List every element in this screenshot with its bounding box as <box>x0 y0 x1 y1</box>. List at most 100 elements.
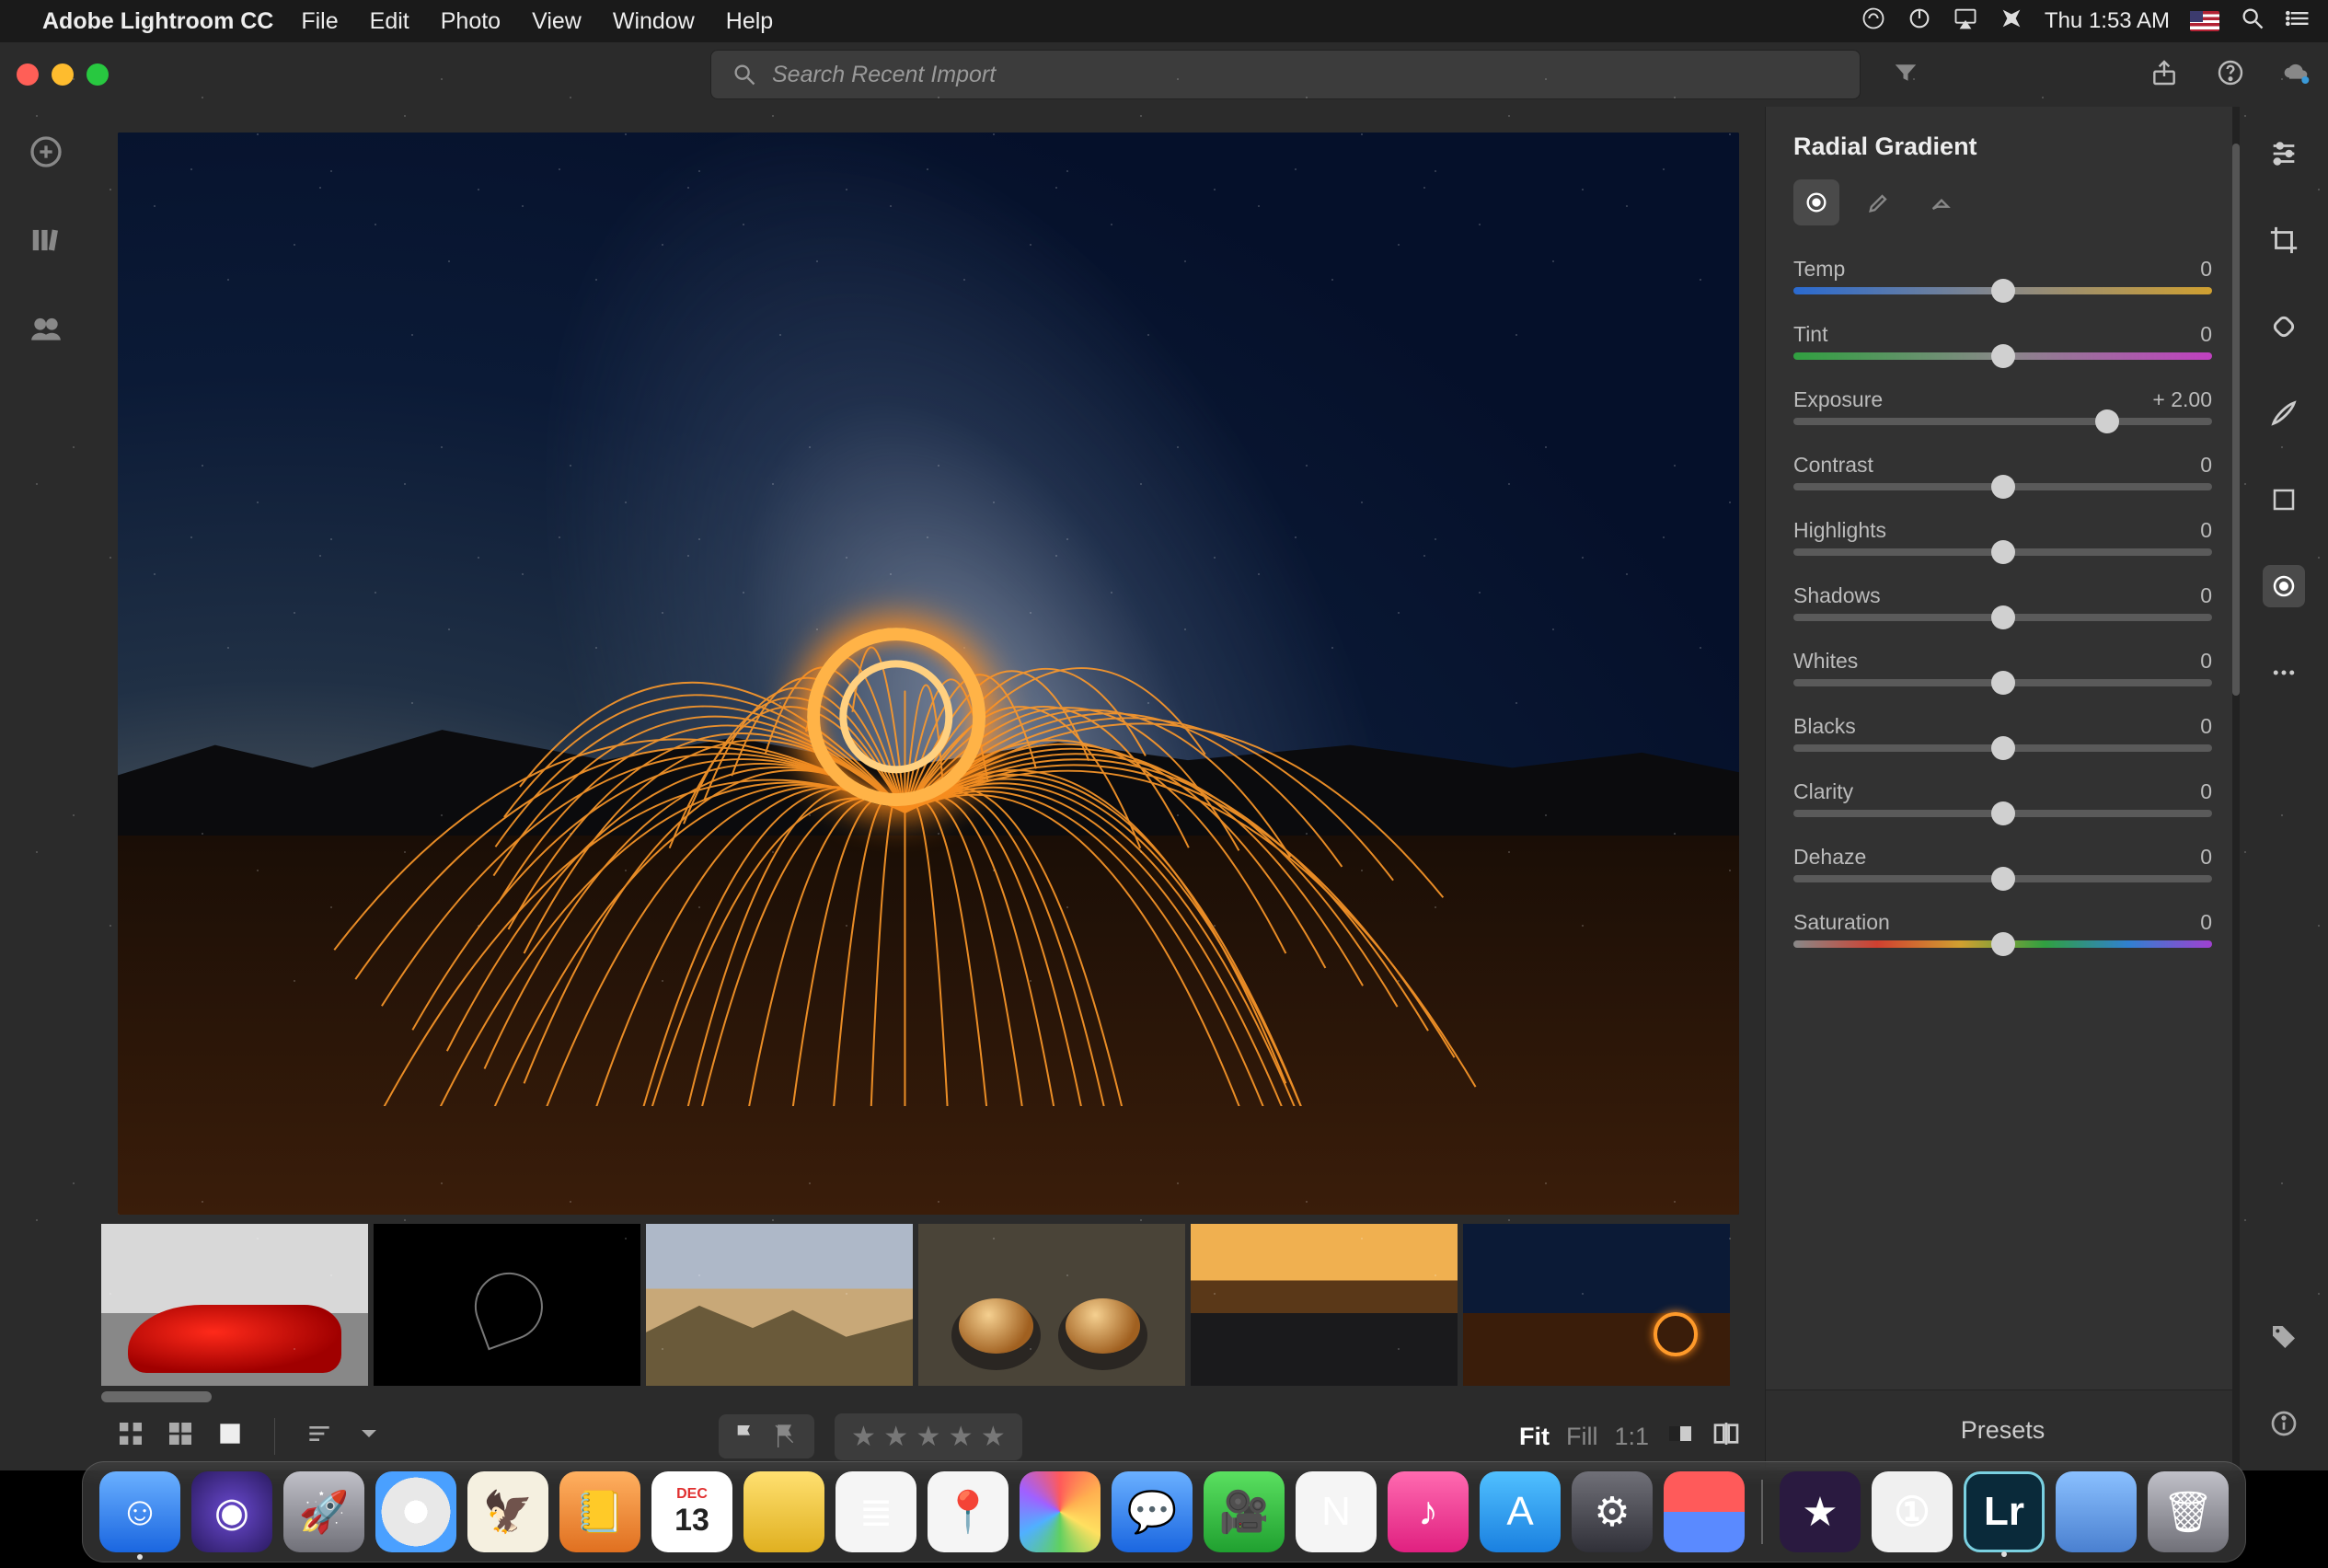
slider-track-temp[interactable] <box>1793 287 2212 294</box>
creative-cloud-icon[interactable] <box>1861 6 1886 38</box>
slider-track-highlights[interactable] <box>1793 548 2212 556</box>
slider-knob-blacks[interactable] <box>1991 736 2015 760</box>
menu-view[interactable]: View <box>532 8 582 34</box>
dock-separator <box>1761 1480 1763 1544</box>
slider-knob-saturation[interactable] <box>1991 932 2015 956</box>
menu-help[interactable]: Help <box>726 8 773 34</box>
dock-app-settings[interactable]: ⚙ <box>1572 1471 1653 1552</box>
slider-value-saturation: 0 <box>2200 910 2212 935</box>
dock-app-1password[interactable]: ① <box>1872 1471 1953 1552</box>
slider-track-exposure[interactable] <box>1793 418 2212 425</box>
dock-app-photos[interactable] <box>1020 1471 1101 1552</box>
dock-app-notes[interactable] <box>743 1471 824 1552</box>
slider-label-temp: Temp <box>1793 257 1845 282</box>
macos-dock: ☺◉🚀 🦅📒DEC13 ≣📍 💬🎥N♪A⚙ ★①Lr 🗑 <box>82 1461 2246 1562</box>
slider-label-whites: Whites <box>1793 649 1858 674</box>
slider-knob-dehaze[interactable] <box>1991 867 2015 891</box>
dock-app-calendar[interactable]: DEC13 <box>651 1471 732 1552</box>
mask-erase-button[interactable] <box>1919 179 1965 225</box>
slider-highlights: Highlights0 <box>1793 518 2212 556</box>
dock-app-contacts[interactable]: 📒 <box>559 1471 640 1552</box>
slider-value-whites: 0 <box>2200 649 2212 674</box>
slider-value-tint: 0 <box>2200 322 2212 347</box>
slider-knob-shadows[interactable] <box>1991 605 2015 629</box>
slider-knob-clarity[interactable] <box>1991 801 2015 825</box>
presets-section-header[interactable]: Presets <box>1766 1389 2240 1470</box>
menubar-clock[interactable]: Thu 1:53 AM <box>2045 8 2170 34</box>
menu-photo[interactable]: Photo <box>441 8 501 34</box>
dock-app-safari[interactable] <box>375 1471 456 1552</box>
slider-value-clarity: 0 <box>2200 779 2212 804</box>
app-name[interactable]: Adobe Lightroom CC <box>42 8 273 35</box>
dock-running-indicator <box>137 1554 143 1560</box>
slider-label-clarity: Clarity <box>1793 779 1853 804</box>
input-source-flag-icon[interactable] <box>2190 11 2219 31</box>
center-area: ★ ★ ★ ★ ★ Fit Fill 1:1 <box>92 107 1765 1470</box>
slider-label-saturation: Saturation <box>1793 910 1890 935</box>
dock-app-siri[interactable]: ◉ <box>191 1471 272 1552</box>
slider-track-dehaze[interactable] <box>1793 875 2212 882</box>
dock-app-news[interactable]: N <box>1296 1471 1377 1552</box>
panel-scrollbar[interactable] <box>2232 107 2240 1470</box>
slider-clarity: Clarity 0 <box>1793 779 2212 817</box>
bottom-toolbar: ★ ★ ★ ★ ★ Fit Fill 1:1 <box>92 1402 1765 1470</box>
dock-app-maps[interactable]: 📍 <box>928 1471 1008 1552</box>
dock-app-reminders[interactable]: ≣ <box>836 1471 916 1552</box>
macos-menubar: Adobe Lightroom CC File Edit Photo View Wind… <box>0 0 2328 42</box>
dock-app-imovie[interactable]: ★ <box>1780 1471 1861 1552</box>
wildlife-icon[interactable] <box>1999 6 2024 38</box>
slider-track-contrast[interactable] <box>1793 483 2212 490</box>
slider-value-exposure: + 2.00 <box>2152 387 2212 412</box>
slider-knob-contrast[interactable] <box>1991 475 2015 499</box>
slider-knob-exposure[interactable] <box>2095 409 2119 433</box>
slider-label-shadows: Shadows <box>1793 583 1881 608</box>
dock-app-mail[interactable]: 🦅 <box>467 1471 548 1552</box>
menu-edit[interactable]: Edit <box>370 8 409 34</box>
dock-app-downloads[interactable] <box>2056 1471 2137 1552</box>
dock-app-appstore[interactable]: A <box>1480 1471 1561 1552</box>
slider-track-clarity[interactable] <box>1793 810 2212 817</box>
slider-temp: Temp 0 <box>1793 257 2212 294</box>
slider-value-temp: 0 <box>2200 257 2212 282</box>
dock-app-itunes[interactable]: ♪ <box>1388 1471 1469 1552</box>
notification-center-icon[interactable] <box>2286 6 2311 38</box>
slider-exposure: Exposure+ 2.00 <box>1793 387 2212 425</box>
panel-title: Radial Gradient <box>1766 107 2240 179</box>
slider-knob-tint[interactable] <box>1991 344 2015 368</box>
slider-label-blacks: Blacks <box>1793 714 1856 739</box>
lightroom-window: Search Recent Import <box>0 42 2328 1470</box>
rating-picker[interactable]: ★ ★ ★ ★ ★ <box>835 1413 1022 1460</box>
dock-app-lightroom[interactable]: Lr <box>1964 1471 2045 1552</box>
power-icon[interactable] <box>1907 6 1932 38</box>
slider-tint: Tint 0 <box>1793 322 2212 360</box>
slider-label-dehaze: Dehaze <box>1793 845 1866 870</box>
slider-track-saturation[interactable] <box>1793 940 2212 948</box>
dock-app-trash[interactable]: 🗑 <box>2148 1471 2229 1552</box>
slider-track-whites[interactable] <box>1793 679 2212 686</box>
slider-track-blacks[interactable] <box>1793 744 2212 752</box>
menu-file[interactable]: File <box>301 8 338 34</box>
slider-track-tint[interactable] <box>1793 352 2212 360</box>
menu-window[interactable]: Window <box>613 8 695 34</box>
slider-blacks: Blacks0 <box>1793 714 2212 752</box>
mask-new-button[interactable] <box>1793 179 1839 225</box>
dock-app-magnet[interactable] <box>1664 1471 1745 1552</box>
dock-app-finder[interactable]: ☺ <box>99 1471 180 1552</box>
dock-app-facetime[interactable]: 🎥 <box>1204 1471 1285 1552</box>
slider-label-tint: Tint <box>1793 322 1828 347</box>
dock-app-launchpad[interactable]: 🚀 <box>283 1471 364 1552</box>
mask-brush-button[interactable] <box>1856 179 1902 225</box>
slider-value-highlights: 0 <box>2200 518 2212 543</box>
spotlight-icon[interactable] <box>2240 6 2265 38</box>
slider-shadows: Shadows0 <box>1793 583 2212 621</box>
slider-track-shadows[interactable] <box>1793 614 2212 621</box>
airplay-icon[interactable] <box>1953 6 1978 38</box>
slider-dehaze: Dehaze0 <box>1793 845 2212 882</box>
slider-knob-highlights[interactable] <box>1991 540 2015 564</box>
slider-saturation: Saturation 0 <box>1793 910 2212 948</box>
slider-knob-whites[interactable] <box>1991 671 2015 695</box>
slider-knob-temp[interactable] <box>1991 279 2015 303</box>
edit-panel: Radial Gradient Temp 0 Tint 0 Exposure+ 2.00… <box>1765 107 2240 1470</box>
slider-value-contrast: 0 <box>2200 453 2212 478</box>
dock-app-messages[interactable]: 💬 <box>1112 1471 1193 1552</box>
